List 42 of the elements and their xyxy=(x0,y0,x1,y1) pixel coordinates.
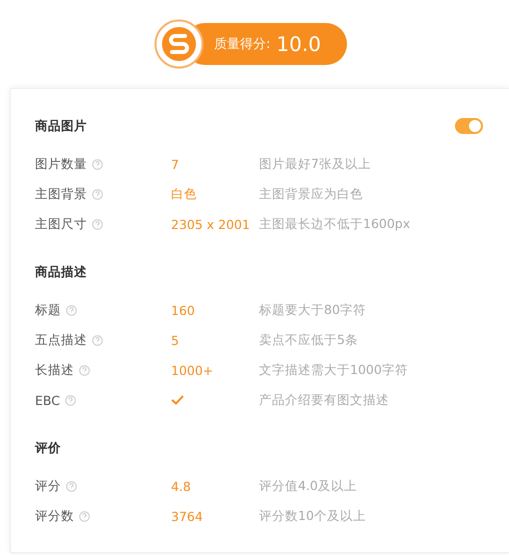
section-title: 商品图片 xyxy=(35,118,87,134)
checkmark-icon xyxy=(171,394,184,404)
row-hint: 产品介绍要有图文描述 xyxy=(259,392,390,408)
section-title: 评价 xyxy=(35,440,61,456)
score-label: 质量得分: xyxy=(214,36,270,53)
row-label: 五点描述 xyxy=(35,332,87,348)
row-hint: 主图背景应为白色 xyxy=(259,186,364,202)
help-icon[interactable] xyxy=(92,218,103,230)
help-icon[interactable] xyxy=(79,364,90,376)
row-value: 1000+ xyxy=(171,362,214,378)
row-hint: 评分值4.0及以上 xyxy=(259,478,358,494)
row-label: 主图背景 xyxy=(35,186,87,202)
row-hint: 文字描述需大于1000字符 xyxy=(259,362,409,378)
row-hint: 标题要大于80字符 xyxy=(259,302,367,318)
score-value: 10.0 xyxy=(276,32,321,56)
row-label: 评分数 xyxy=(35,508,74,524)
row-value: 7 xyxy=(171,156,179,172)
row-hint: 主图最长边不低于1600px xyxy=(259,216,412,232)
row-value: 5 xyxy=(171,332,179,348)
help-icon[interactable] xyxy=(92,158,103,170)
row-label: 图片数量 xyxy=(35,156,87,172)
row-label: 长描述 xyxy=(35,362,74,378)
row-hint: 卖点不应低于5条 xyxy=(259,332,359,348)
row-value: 4.8 xyxy=(171,478,191,494)
row-label: 主图尺寸 xyxy=(35,216,87,232)
row-hint: 图片最好7张及以上 xyxy=(259,156,372,172)
row-label: 标题 xyxy=(35,302,61,318)
help-icon[interactable] xyxy=(92,334,103,346)
row-value: 160 xyxy=(171,302,195,318)
row-value: 2305 x 2001 xyxy=(171,216,250,232)
help-icon[interactable] xyxy=(66,304,77,316)
help-icon[interactable] xyxy=(64,394,76,406)
section-title: 商品描述 xyxy=(35,264,87,280)
row-hint: 评分数10个及以上 xyxy=(259,508,367,524)
help-icon[interactable] xyxy=(66,480,77,492)
toggle-switch[interactable] xyxy=(455,118,483,134)
row-label: 评分 xyxy=(35,478,61,494)
row-label: EBC xyxy=(35,392,60,408)
help-icon[interactable] xyxy=(79,510,90,522)
help-icon[interactable] xyxy=(92,188,103,200)
row-value: 白色 xyxy=(171,186,197,200)
row-value: 3764 xyxy=(171,508,203,524)
